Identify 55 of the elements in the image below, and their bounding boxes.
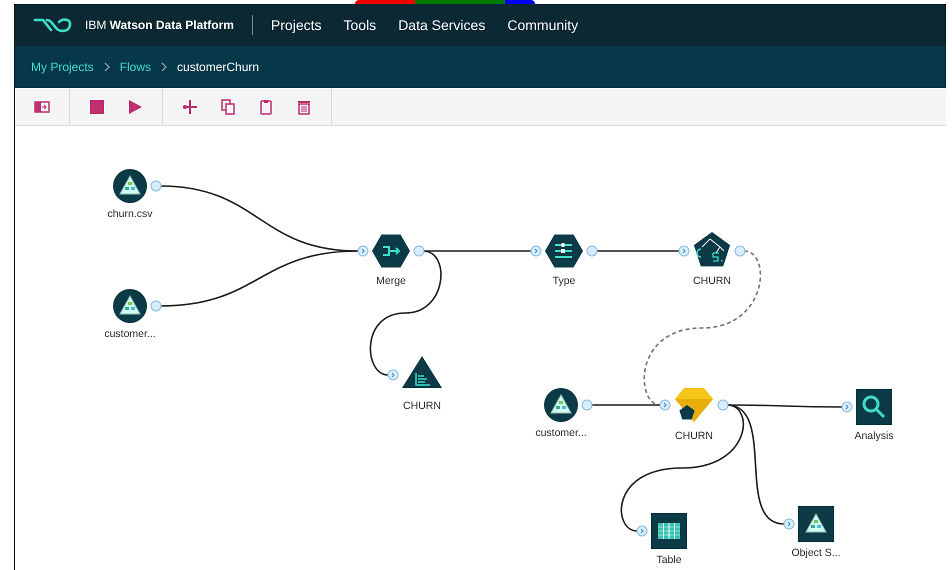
output-port-handle[interactable] xyxy=(414,246,424,256)
export-node[interactable] xyxy=(798,506,834,542)
copy-icon xyxy=(220,98,236,114)
input-port-handle[interactable] xyxy=(784,518,794,530)
stop-icon xyxy=(89,98,105,114)
input-port-handle[interactable] xyxy=(636,526,648,536)
output-port-handle[interactable] xyxy=(734,246,746,256)
node-label: Object S... xyxy=(791,547,841,559)
nav-link[interactable]: Tools xyxy=(344,14,376,36)
sidebar-toggle-icon xyxy=(34,98,50,114)
input-port-handle[interactable] xyxy=(388,370,398,380)
input-port-handle[interactable] xyxy=(842,402,852,412)
node-label: Merge xyxy=(376,275,406,287)
breadcrumb-current: customerChurn xyxy=(177,59,260,76)
node-label: Analysis xyxy=(854,430,894,442)
input-port-handle[interactable] xyxy=(530,246,542,256)
logo-icon[interactable] xyxy=(33,17,73,33)
breadcrumb-link[interactable]: Flows xyxy=(120,58,152,76)
chevron-icon xyxy=(161,62,168,72)
input-port-handle[interactable] xyxy=(358,246,368,256)
node-label: customer... xyxy=(535,427,587,439)
nav-link[interactable]: Community xyxy=(507,14,578,36)
merge-node[interactable] xyxy=(372,234,410,268)
node-label: CHURN xyxy=(693,275,731,287)
breadcrumb-link[interactable]: My Projects xyxy=(31,58,94,76)
move-icon xyxy=(182,98,198,114)
play-icon xyxy=(127,98,143,114)
data-source-node[interactable] xyxy=(113,169,147,203)
model-node[interactable] xyxy=(694,232,730,266)
node-label: CHURN xyxy=(403,400,441,412)
output-port-handle[interactable] xyxy=(150,180,162,192)
data-source-node[interactable] xyxy=(113,289,147,323)
data-source-node[interactable] xyxy=(544,388,578,422)
input-port-handle[interactable] xyxy=(678,246,690,256)
output-port-handle[interactable] xyxy=(582,400,592,410)
input-port-handle[interactable] xyxy=(660,400,670,410)
delete-icon xyxy=(296,98,312,114)
analysis-node[interactable] xyxy=(856,389,892,425)
node-label: Type xyxy=(552,275,576,287)
graph-node[interactable] xyxy=(402,356,442,388)
nav-link[interactable]: Projects xyxy=(270,14,322,36)
node-label: CHURN xyxy=(675,430,713,442)
clipboard-icon xyxy=(258,98,274,114)
node-label: customer... xyxy=(104,328,156,340)
node-label: churn.csv xyxy=(108,208,152,220)
type-node[interactable] xyxy=(545,234,583,268)
node-label: Table xyxy=(656,554,682,566)
output-port-handle[interactable] xyxy=(718,400,728,410)
table-node[interactable] xyxy=(651,513,687,549)
brand-name: IBM Watson Data Platform xyxy=(85,17,234,34)
output-port-handle[interactable] xyxy=(586,246,598,256)
nav-link[interactable]: Data Services xyxy=(398,14,486,36)
model-nugget-node[interactable] xyxy=(675,388,713,422)
output-port-handle[interactable] xyxy=(150,300,162,312)
chevron-icon xyxy=(104,62,110,72)
